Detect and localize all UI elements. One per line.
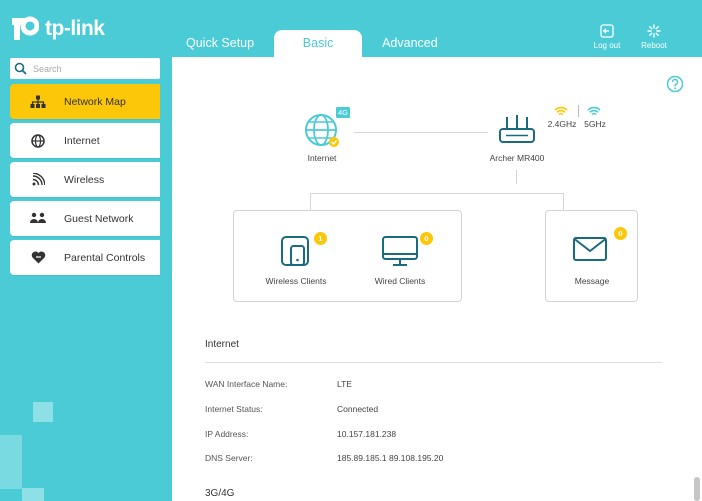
decor-square xyxy=(0,435,22,489)
tab-advanced[interactable]: Advanced xyxy=(368,30,452,57)
scrollbar-thumb[interactable] xyxy=(694,477,700,501)
band-24-label: 2.4GHz xyxy=(547,119,577,129)
sidebar-item-label: Guest Network xyxy=(64,212,134,225)
decor-square xyxy=(33,402,53,422)
reboot-label: Reboot xyxy=(641,41,667,50)
info-key: IP Address: xyxy=(205,429,249,439)
connector-line xyxy=(354,132,488,133)
wireless-clients-button[interactable]: 1 xyxy=(278,231,327,271)
info-value: LTE xyxy=(337,379,352,389)
message-count-badge: 0 xyxy=(614,227,627,240)
tab-quick-setup[interactable]: Quick Setup xyxy=(172,30,268,57)
3g4g-section-title: 3G/4G xyxy=(205,488,235,499)
network-map-icon xyxy=(28,94,48,110)
search-input[interactable]: Search xyxy=(10,58,160,79)
section-divider xyxy=(205,362,662,363)
sidebar-menu: Network Map Internet Wireless Guest Netw… xyxy=(10,84,160,279)
band-5-label: 5GHz xyxy=(584,119,606,129)
sidebar-item-guest-network[interactable]: Guest Network xyxy=(10,201,160,236)
tp-link-logo-icon xyxy=(12,16,39,40)
search-icon xyxy=(14,62,27,75)
wired-clients-count-badge: 0 xyxy=(420,232,433,245)
envelope-icon xyxy=(573,237,607,261)
router-label: Archer MR400 xyxy=(489,153,545,163)
decor-square xyxy=(22,488,44,501)
router-icon xyxy=(499,115,535,143)
internet-section-title: Internet xyxy=(205,339,239,350)
top-tabs: Quick Setup Basic Advanced xyxy=(172,30,458,57)
4g-badge: 4G xyxy=(336,107,351,118)
clients-card: 1 Wireless Clients 0 Wired Clients xyxy=(233,210,462,302)
info-value: 10.157.181.238 xyxy=(337,429,397,439)
wireless-clients-count-badge: 1 xyxy=(314,232,327,245)
band-separator xyxy=(578,105,579,117)
router-node[interactable] xyxy=(498,113,536,147)
guest-icon xyxy=(28,211,48,227)
reboot-button[interactable]: Reboot xyxy=(634,24,674,50)
sidebar-item-label: Parental Controls xyxy=(64,251,146,264)
tab-basic[interactable]: Basic xyxy=(274,30,363,57)
sidebar-item-label: Internet xyxy=(64,134,100,147)
monitor-icon xyxy=(382,236,418,266)
info-key: WAN Interface Name: xyxy=(205,379,288,389)
connector-line xyxy=(563,193,564,210)
tp-link-logo: tp-link xyxy=(9,12,105,46)
connector-line xyxy=(516,170,517,184)
search-placeholder: Search xyxy=(33,63,62,74)
sidebar-item-network-map[interactable]: Network Map xyxy=(10,84,160,119)
logo-text: tp-link xyxy=(45,17,105,40)
logout-button[interactable]: Log out xyxy=(587,24,627,50)
info-value: Connected xyxy=(337,404,379,414)
sidebar-item-label: Network Map xyxy=(64,95,126,108)
wireless-icon xyxy=(28,172,48,188)
info-row-wan: WAN Interface Name: LTE xyxy=(205,379,352,389)
reboot-icon xyxy=(647,24,661,38)
info-value: 185.89.185.1 89.108.195.20 xyxy=(337,453,444,463)
logout-icon xyxy=(600,24,614,38)
wireless-clients-label: Wireless Clients xyxy=(265,276,327,286)
internet-node[interactable] xyxy=(304,112,340,148)
globe-icon xyxy=(28,133,48,149)
sidebar-item-wireless[interactable]: Wireless xyxy=(10,162,160,197)
connector-line xyxy=(310,193,564,194)
sidebar-item-internet[interactable]: Internet xyxy=(10,123,160,158)
wired-clients-label: Wired Clients xyxy=(374,276,426,286)
help-icon[interactable] xyxy=(666,75,684,98)
wired-clients-button[interactable]: 0 xyxy=(380,231,433,271)
tablet-icon xyxy=(281,236,309,266)
sidebar-item-parental-controls[interactable]: Parental Controls xyxy=(10,240,160,275)
heart-icon xyxy=(28,250,48,266)
logout-label: Log out xyxy=(593,41,621,50)
info-row-ip: IP Address: 10.157.181.238 xyxy=(205,429,396,439)
info-key: DNS Server: xyxy=(205,453,253,463)
info-row-dns: DNS Server: 185.89.185.1 89.108.195.20 xyxy=(205,453,443,463)
internet-label: Internet xyxy=(307,153,337,163)
main-panel: 4G Internet Archer MR400 2.4GHz 5GHz 1 W… xyxy=(172,57,702,501)
message-label: Message xyxy=(574,276,610,286)
info-key: Internet Status: xyxy=(205,404,263,414)
info-row-status: Internet Status: Connected xyxy=(205,404,378,414)
message-card[interactable]: 0 Message xyxy=(545,210,638,302)
sidebar-item-label: Wireless xyxy=(64,173,105,186)
connector-line xyxy=(310,193,311,210)
message-icon-wrap xyxy=(572,233,608,268)
globe-icon xyxy=(305,114,339,147)
